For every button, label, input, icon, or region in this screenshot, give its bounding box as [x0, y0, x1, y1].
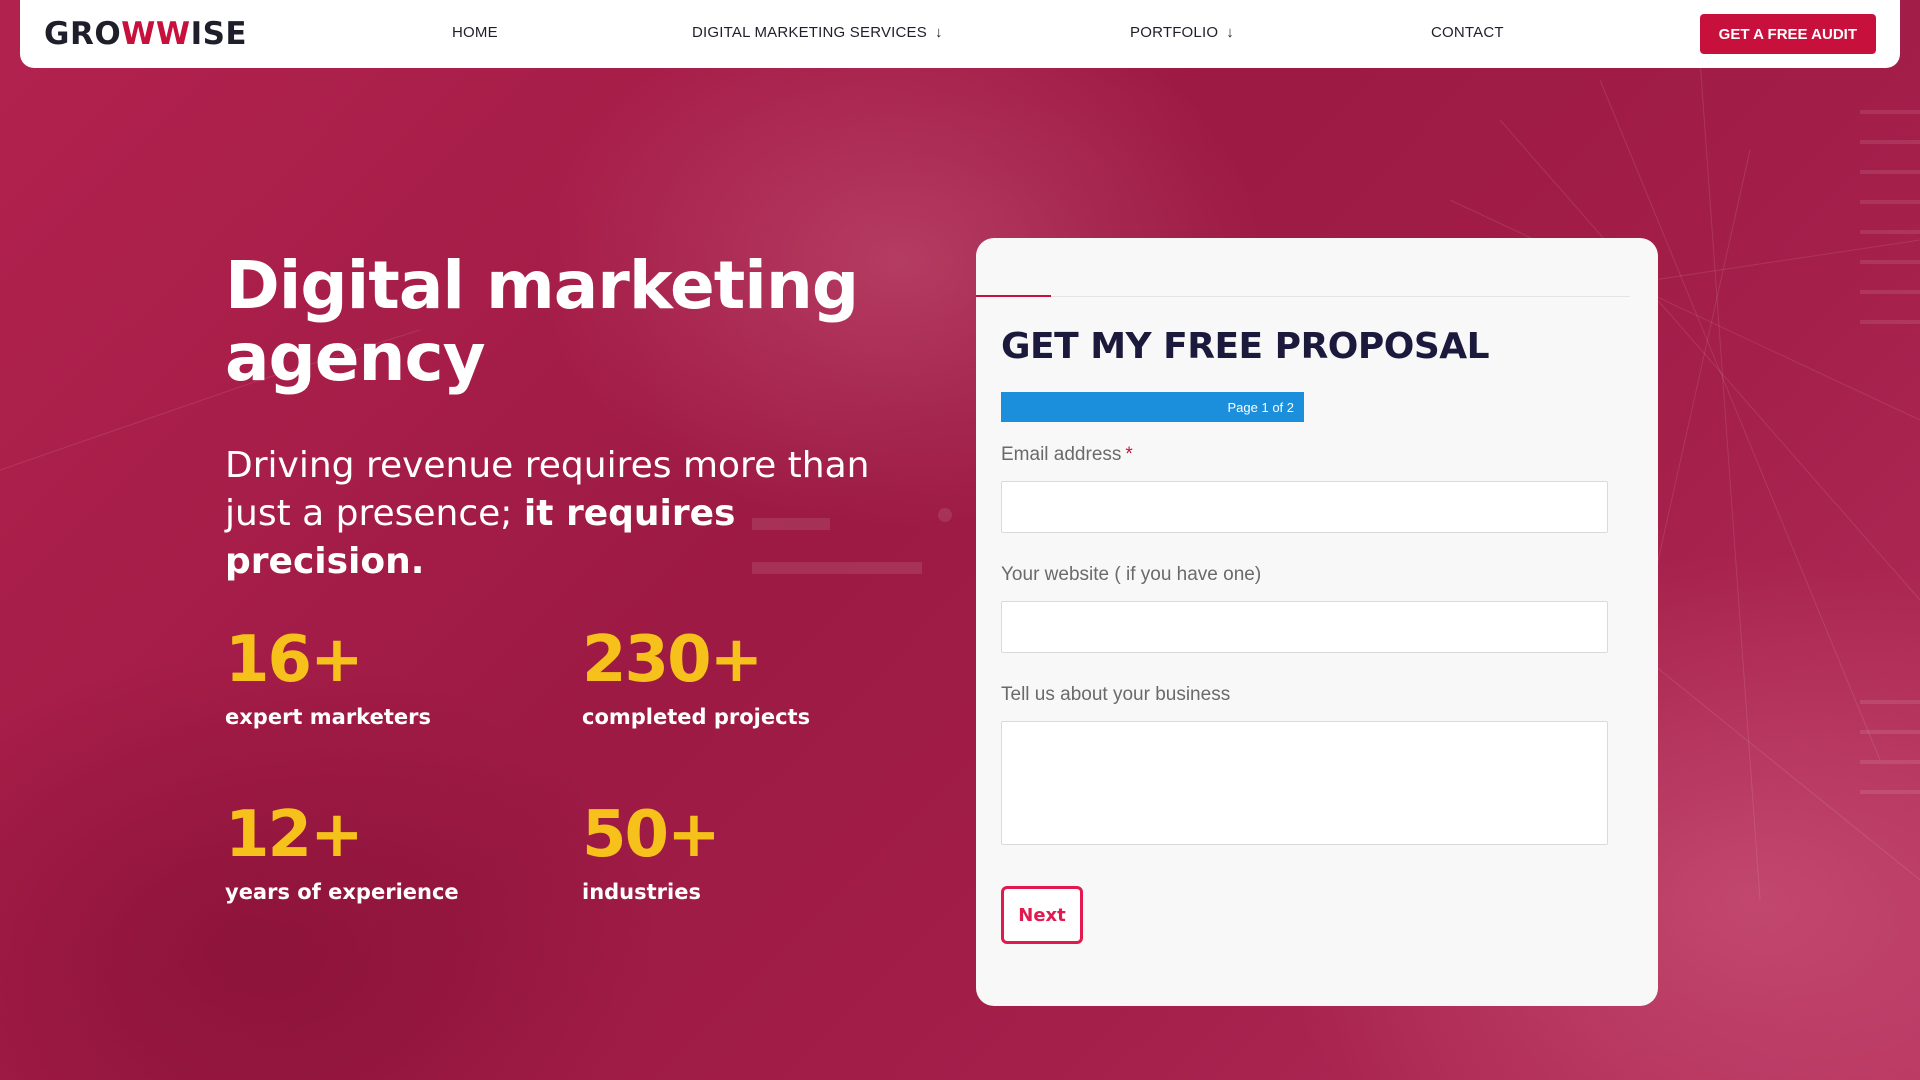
website-label: Your website ( if you have one): [1001, 564, 1262, 585]
nav-item-home[interactable]: HOME: [452, 24, 498, 41]
email-label-text: Email address: [1001, 444, 1122, 465]
hero-subtitle: Driving revenue requires more than just …: [225, 442, 915, 586]
get-free-audit-button[interactable]: GET A FREE AUDIT: [1699, 14, 1876, 54]
nav-item-portfolio[interactable]: PORTFOLIO ↓: [1130, 24, 1234, 41]
next-button[interactable]: Next: [1001, 886, 1083, 944]
stat-years-experience: 12+ years of experience: [225, 800, 459, 906]
stat-label: industries: [582, 880, 701, 904]
arrow-down-icon: ↓: [934, 24, 943, 41]
nav-item-label: PORTFOLIO: [1130, 24, 1219, 41]
business-label: Tell us about your business: [1001, 684, 1231, 705]
email-label: Email address *: [1001, 444, 1133, 466]
stat-value: 12+: [225, 798, 364, 872]
card-divider: [976, 296, 1630, 297]
nav-item-digital-marketing-services[interactable]: DIGITAL MARKETING SERVICES ↓: [692, 24, 943, 41]
nav-item-contact[interactable]: CONTACT: [1431, 24, 1504, 41]
website-input[interactable]: [1001, 601, 1608, 653]
stat-completed-projects: 230+ completed projects: [582, 625, 810, 731]
business-textarea[interactable]: [1001, 721, 1608, 845]
stat-value: 16+: [225, 623, 364, 697]
arrow-down-icon: ↓: [1226, 24, 1234, 41]
form-title: GET MY FREE PROPOSAL: [1001, 326, 1490, 367]
stat-label: years of experience: [225, 880, 459, 904]
stat-label: completed projects: [582, 705, 811, 729]
required-mark: *: [1125, 444, 1133, 465]
stat-industries: 50+ industries: [582, 798, 721, 906]
nav-item-label: CONTACT: [1431, 24, 1504, 41]
form-progress-bar: Page 1 of 2: [1001, 392, 1304, 422]
hero-title-line1: Digital marketing: [225, 247, 859, 324]
stat-value: 50+: [582, 798, 721, 872]
progress-text: Page 1 of 2: [1227, 399, 1295, 415]
main-nav: HOME DIGITAL MARKETING SERVICES ↓ PORTFO…: [20, 0, 1900, 68]
nav-item-label: HOME: [452, 24, 498, 41]
card-active-indicator: [976, 295, 1051, 297]
stat-label: expert marketers: [225, 705, 431, 729]
hero-title-line2: agency: [225, 319, 486, 396]
hero-title: Digital marketing agency: [225, 250, 925, 394]
stat-value: 230+: [582, 623, 763, 697]
stat-expert-marketers: 16+ expert marketers: [225, 625, 431, 731]
top-navbar: GRO WW ISE HOME DIGITAL MARKETING SERVICES…: [20, 0, 1900, 68]
nav-item-label: DIGITAL MARKETING SERVICES: [692, 24, 927, 41]
proposal-form-card: GET MY FREE PROPOSAL Page 1 of 2 Email a…: [976, 238, 1658, 1006]
email-input[interactable]: [1001, 481, 1608, 533]
